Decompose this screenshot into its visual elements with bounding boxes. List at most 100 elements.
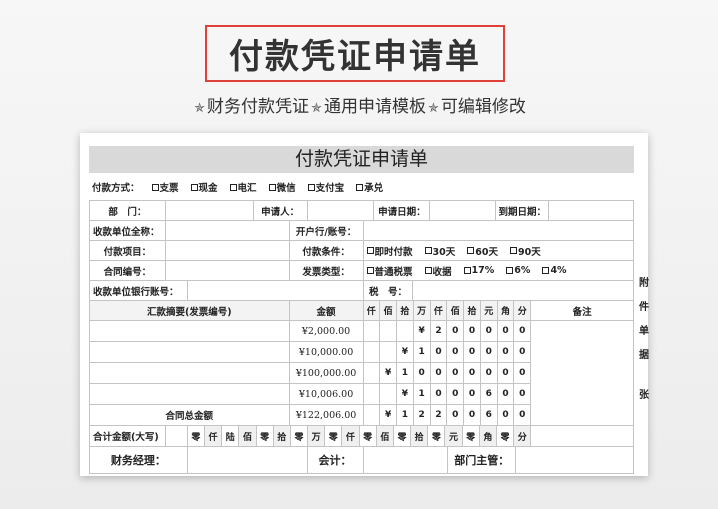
digit-header: 拾 — [464, 301, 481, 320]
finance-manager-input[interactable] — [187, 447, 308, 474]
checkbox-icon[interactable] — [366, 267, 374, 274]
digit-cell: 0 — [431, 342, 448, 362]
tax-no-label: 税 号： — [363, 281, 414, 301]
checkbox-invoice-receipt[interactable]: 收据 — [424, 264, 452, 278]
digit-cell: ¥ — [380, 405, 398, 425]
remark-area[interactable] — [531, 342, 634, 363]
checkbox-acceptance[interactable]: 承兑 — [356, 180, 383, 194]
invoice-type-label: 发票类型： — [289, 261, 364, 281]
attachment-char: 据 — [639, 350, 649, 361]
applicant-input[interactable] — [307, 201, 375, 221]
payment-method-label: 付款方式： — [92, 183, 140, 194]
digit-cell: ¥ — [414, 321, 431, 341]
table-row: 收款单位银行账号： 税 号： — [90, 281, 635, 301]
checkbox-icon[interactable] — [510, 247, 517, 254]
checkbox-icon[interactable] — [366, 247, 374, 254]
digit-cell: 0 — [464, 321, 481, 341]
payment-method-row: 付款方式： 支票 现金 电汇 微信 支付宝 承兑 — [92, 180, 383, 194]
checkbox-icon[interactable] — [424, 247, 432, 254]
capital-cell: 佰 — [239, 426, 257, 446]
checkbox-label: 30天 — [432, 246, 456, 258]
checkbox-invoice-4[interactable]: 4% — [542, 265, 567, 276]
checkbox-wire[interactable]: 电汇 — [229, 180, 257, 194]
checkbox-icon[interactable] — [467, 247, 475, 254]
checkbox-icon[interactable] — [356, 183, 364, 191]
remark-area[interactable] — [531, 363, 634, 384]
summary-input[interactable] — [90, 342, 290, 363]
payee-input[interactable] — [165, 221, 290, 241]
invoice-options: 普通税票 收据 17% 6% 4% — [363, 261, 634, 281]
tax-no-input[interactable] — [413, 281, 635, 301]
checkbox-icon[interactable] — [268, 183, 276, 191]
summary-input[interactable] — [90, 363, 290, 384]
remark-input[interactable] — [531, 321, 634, 342]
digit-cell: ¥ — [397, 342, 414, 362]
apply-date-input[interactable] — [430, 201, 497, 221]
digit-cell: 2 — [431, 405, 448, 425]
dept-input[interactable] — [165, 201, 254, 221]
bank-label: 开户行/账号： — [289, 221, 364, 241]
subtitle-part: 通用申请模板 — [323, 97, 426, 117]
checkbox-icon[interactable] — [424, 267, 432, 274]
capital-cell: 零 — [325, 426, 343, 446]
digit-cell — [380, 321, 398, 341]
accountant-input[interactable] — [363, 447, 449, 474]
digit-cell: 0 — [519, 368, 526, 378]
summary-input[interactable] — [90, 321, 290, 342]
checkbox-icon[interactable] — [542, 267, 550, 274]
table-row: 收款单位全称： 开户行/账号： — [90, 221, 634, 241]
total-label: 合同总金额 — [90, 405, 290, 426]
checkbox-icon[interactable] — [151, 183, 159, 191]
checkbox-wechat[interactable]: 微信 — [268, 180, 296, 194]
total-row: 合同总金额 ¥122,006.00 ¥1 2 2 0 0 6 0 0 — [90, 405, 634, 426]
digit-cell: 2 — [414, 405, 431, 425]
remark-area[interactable] — [531, 384, 634, 405]
payee-label: 收款单位全称： — [90, 221, 166, 241]
checkbox-label: 90天 — [518, 246, 541, 258]
bank-input[interactable] — [363, 221, 634, 241]
checkbox-icon[interactable] — [229, 183, 237, 191]
checkbox-label: 收据 — [432, 266, 452, 278]
payee-account-input[interactable] — [187, 281, 364, 301]
checkbox-terms-60[interactable]: 60天 — [467, 244, 498, 258]
digit-cells: ¥1 0 0 0 6 0 0 — [363, 384, 532, 405]
table-row: ¥2,000.00 ¥2 0 0 0 0 0 — [90, 321, 634, 342]
digit-cell: 0 — [464, 384, 481, 404]
digit-cell: 0 — [447, 384, 465, 404]
contract-input[interactable] — [165, 261, 290, 281]
checkbox-icon[interactable] — [190, 183, 198, 191]
digit-header: 万 — [414, 301, 431, 320]
checkbox-cash[interactable]: 现金 — [190, 180, 218, 194]
digit-header: 仟 — [364, 301, 381, 320]
signature-row: 财务经理： 会计： 部门主管： — [90, 447, 634, 474]
digit-cell — [380, 342, 398, 362]
checkbox-terms-immediate[interactable]: 即时付款 — [366, 244, 413, 258]
total-amount: ¥122,006.00 — [289, 405, 364, 426]
checkbox-alipay[interactable]: 支付宝 — [307, 180, 344, 194]
digit-cell: 0 — [464, 342, 481, 362]
remark-area[interactable] — [531, 405, 634, 426]
summary-input[interactable] — [90, 384, 290, 405]
amount-header: 金额 — [289, 301, 364, 321]
capital-cells: 零仟陆佰零拾零万零仟零佰零拾零元零角零分 — [187, 426, 532, 447]
table-row: ¥10,006.00 ¥1 0 0 0 6 0 0 — [90, 384, 634, 405]
checkbox-invoice-normal[interactable]: 普通税票 — [366, 264, 413, 278]
checkbox-terms-90[interactable]: 90天 — [510, 244, 541, 258]
checkbox-cheque[interactable]: 支票 — [151, 180, 179, 194]
digit-cell — [397, 321, 414, 341]
checkbox-icon[interactable] — [463, 267, 471, 274]
table-row: 部 门： 申请人： 申请日期： 到期日期： — [90, 201, 634, 221]
item-input[interactable] — [165, 241, 290, 261]
checkbox-terms-30[interactable]: 30天 — [424, 244, 456, 258]
due-date-input[interactable] — [549, 201, 634, 221]
checkbox-invoice-17[interactable]: 17% — [463, 265, 494, 276]
finance-manager-label: 财务经理： — [90, 447, 188, 474]
form-table: 部 门： 申请人： 申请日期： 到期日期： 收款单位全称： 开户行/账号： 付款… — [89, 200, 635, 474]
digit-cell: 1 — [397, 405, 414, 425]
checkbox-icon[interactable] — [307, 183, 315, 191]
digit-cell: 0 — [481, 363, 498, 383]
checkbox-invoice-6[interactable]: 6% — [506, 265, 530, 276]
checkbox-icon[interactable] — [506, 267, 514, 274]
dept-head-input[interactable] — [516, 447, 634, 474]
digit-cell: 0 — [464, 363, 481, 383]
